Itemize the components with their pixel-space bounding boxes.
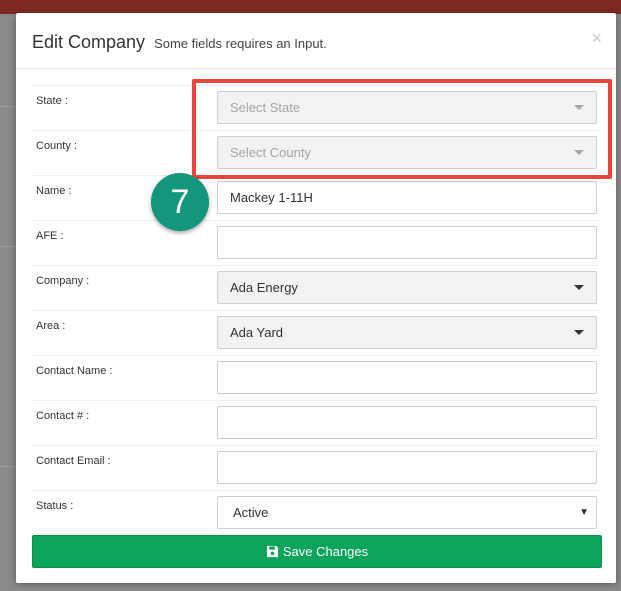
status-label: Status : — [36, 500, 74, 512]
contact-number-row: Contact # : — [32, 400, 599, 445]
contact-name-row: Contact Name : — [32, 355, 599, 400]
edit-company-modal: Edit Company Some fields requires an Inp… — [16, 13, 616, 583]
chevron-down-icon — [574, 285, 584, 290]
contact-name-label: Contact Name : — [36, 365, 113, 377]
area-select[interactable]: Ada Yard — [217, 316, 597, 349]
company-value: Ada Energy — [230, 280, 298, 295]
status-row: Status : Active ▼ — [32, 490, 599, 535]
backdrop-header-bar — [0, 0, 621, 14]
chevron-down-icon — [574, 150, 584, 155]
state-label: State : — [36, 95, 68, 107]
afe-input[interactable] — [217, 226, 597, 259]
backdrop-footer — [16, 583, 616, 591]
status-select[interactable]: Active ▼ — [217, 496, 597, 529]
contact-email-input[interactable] — [217, 451, 597, 484]
state-select[interactable]: Select State — [217, 91, 597, 124]
modal-header: Edit Company Some fields requires an Inp… — [16, 13, 616, 69]
close-icon[interactable]: × — [591, 29, 602, 47]
company-row: Company : Ada Energy — [32, 265, 599, 310]
save-changes-button[interactable]: Save Changes — [32, 535, 602, 568]
step-number: 7 — [170, 182, 190, 221]
backdrop-divider — [0, 106, 16, 107]
state-row: State : Select State — [32, 85, 599, 130]
contact-number-label: Contact # : — [36, 410, 90, 422]
area-value: Ada Yard — [230, 325, 284, 340]
backdrop-divider — [0, 246, 16, 247]
company-label: Company : — [36, 275, 90, 287]
step-number-badge: 7 — [151, 173, 209, 231]
state-placeholder: Select State — [230, 100, 301, 115]
contact-number-input[interactable] — [217, 406, 597, 439]
modal-subtitle: Some fields requires an Input. — [154, 36, 327, 51]
chevron-down-icon — [574, 105, 584, 110]
name-value: Mackey 1-11H — [230, 190, 313, 205]
company-select[interactable]: Ada Energy — [217, 271, 597, 304]
contact-name-input[interactable] — [217, 361, 597, 394]
backdrop-divider — [0, 466, 16, 467]
floppy-disk-icon — [266, 545, 278, 558]
name-row: Name : Mackey 1-11H — [32, 175, 599, 220]
county-placeholder: Select County — [230, 145, 311, 160]
save-changes-label: Save Changes — [282, 544, 369, 559]
area-row: Area : Ada Yard — [32, 310, 599, 355]
status-value: Active — [233, 505, 269, 520]
county-select[interactable]: Select County — [217, 136, 597, 169]
name-input[interactable]: Mackey 1-11H — [217, 181, 597, 214]
contact-email-row: Contact Email : — [32, 445, 599, 490]
afe-row: AFE : — [32, 220, 599, 265]
modal-title: Edit Company Some fields requires an Inp… — [32, 32, 327, 53]
area-label: Area : — [36, 320, 66, 332]
county-row: County : Select County — [32, 130, 599, 175]
caret-down-icon: ▼ — [579, 507, 589, 518]
chevron-down-icon — [574, 330, 584, 335]
modal-title-text: Edit Company — [32, 32, 146, 52]
contact-email-label: Contact Email : — [36, 455, 111, 467]
name-label: Name : — [36, 185, 72, 197]
afe-label: AFE : — [36, 230, 64, 242]
county-label: County : — [36, 140, 77, 152]
